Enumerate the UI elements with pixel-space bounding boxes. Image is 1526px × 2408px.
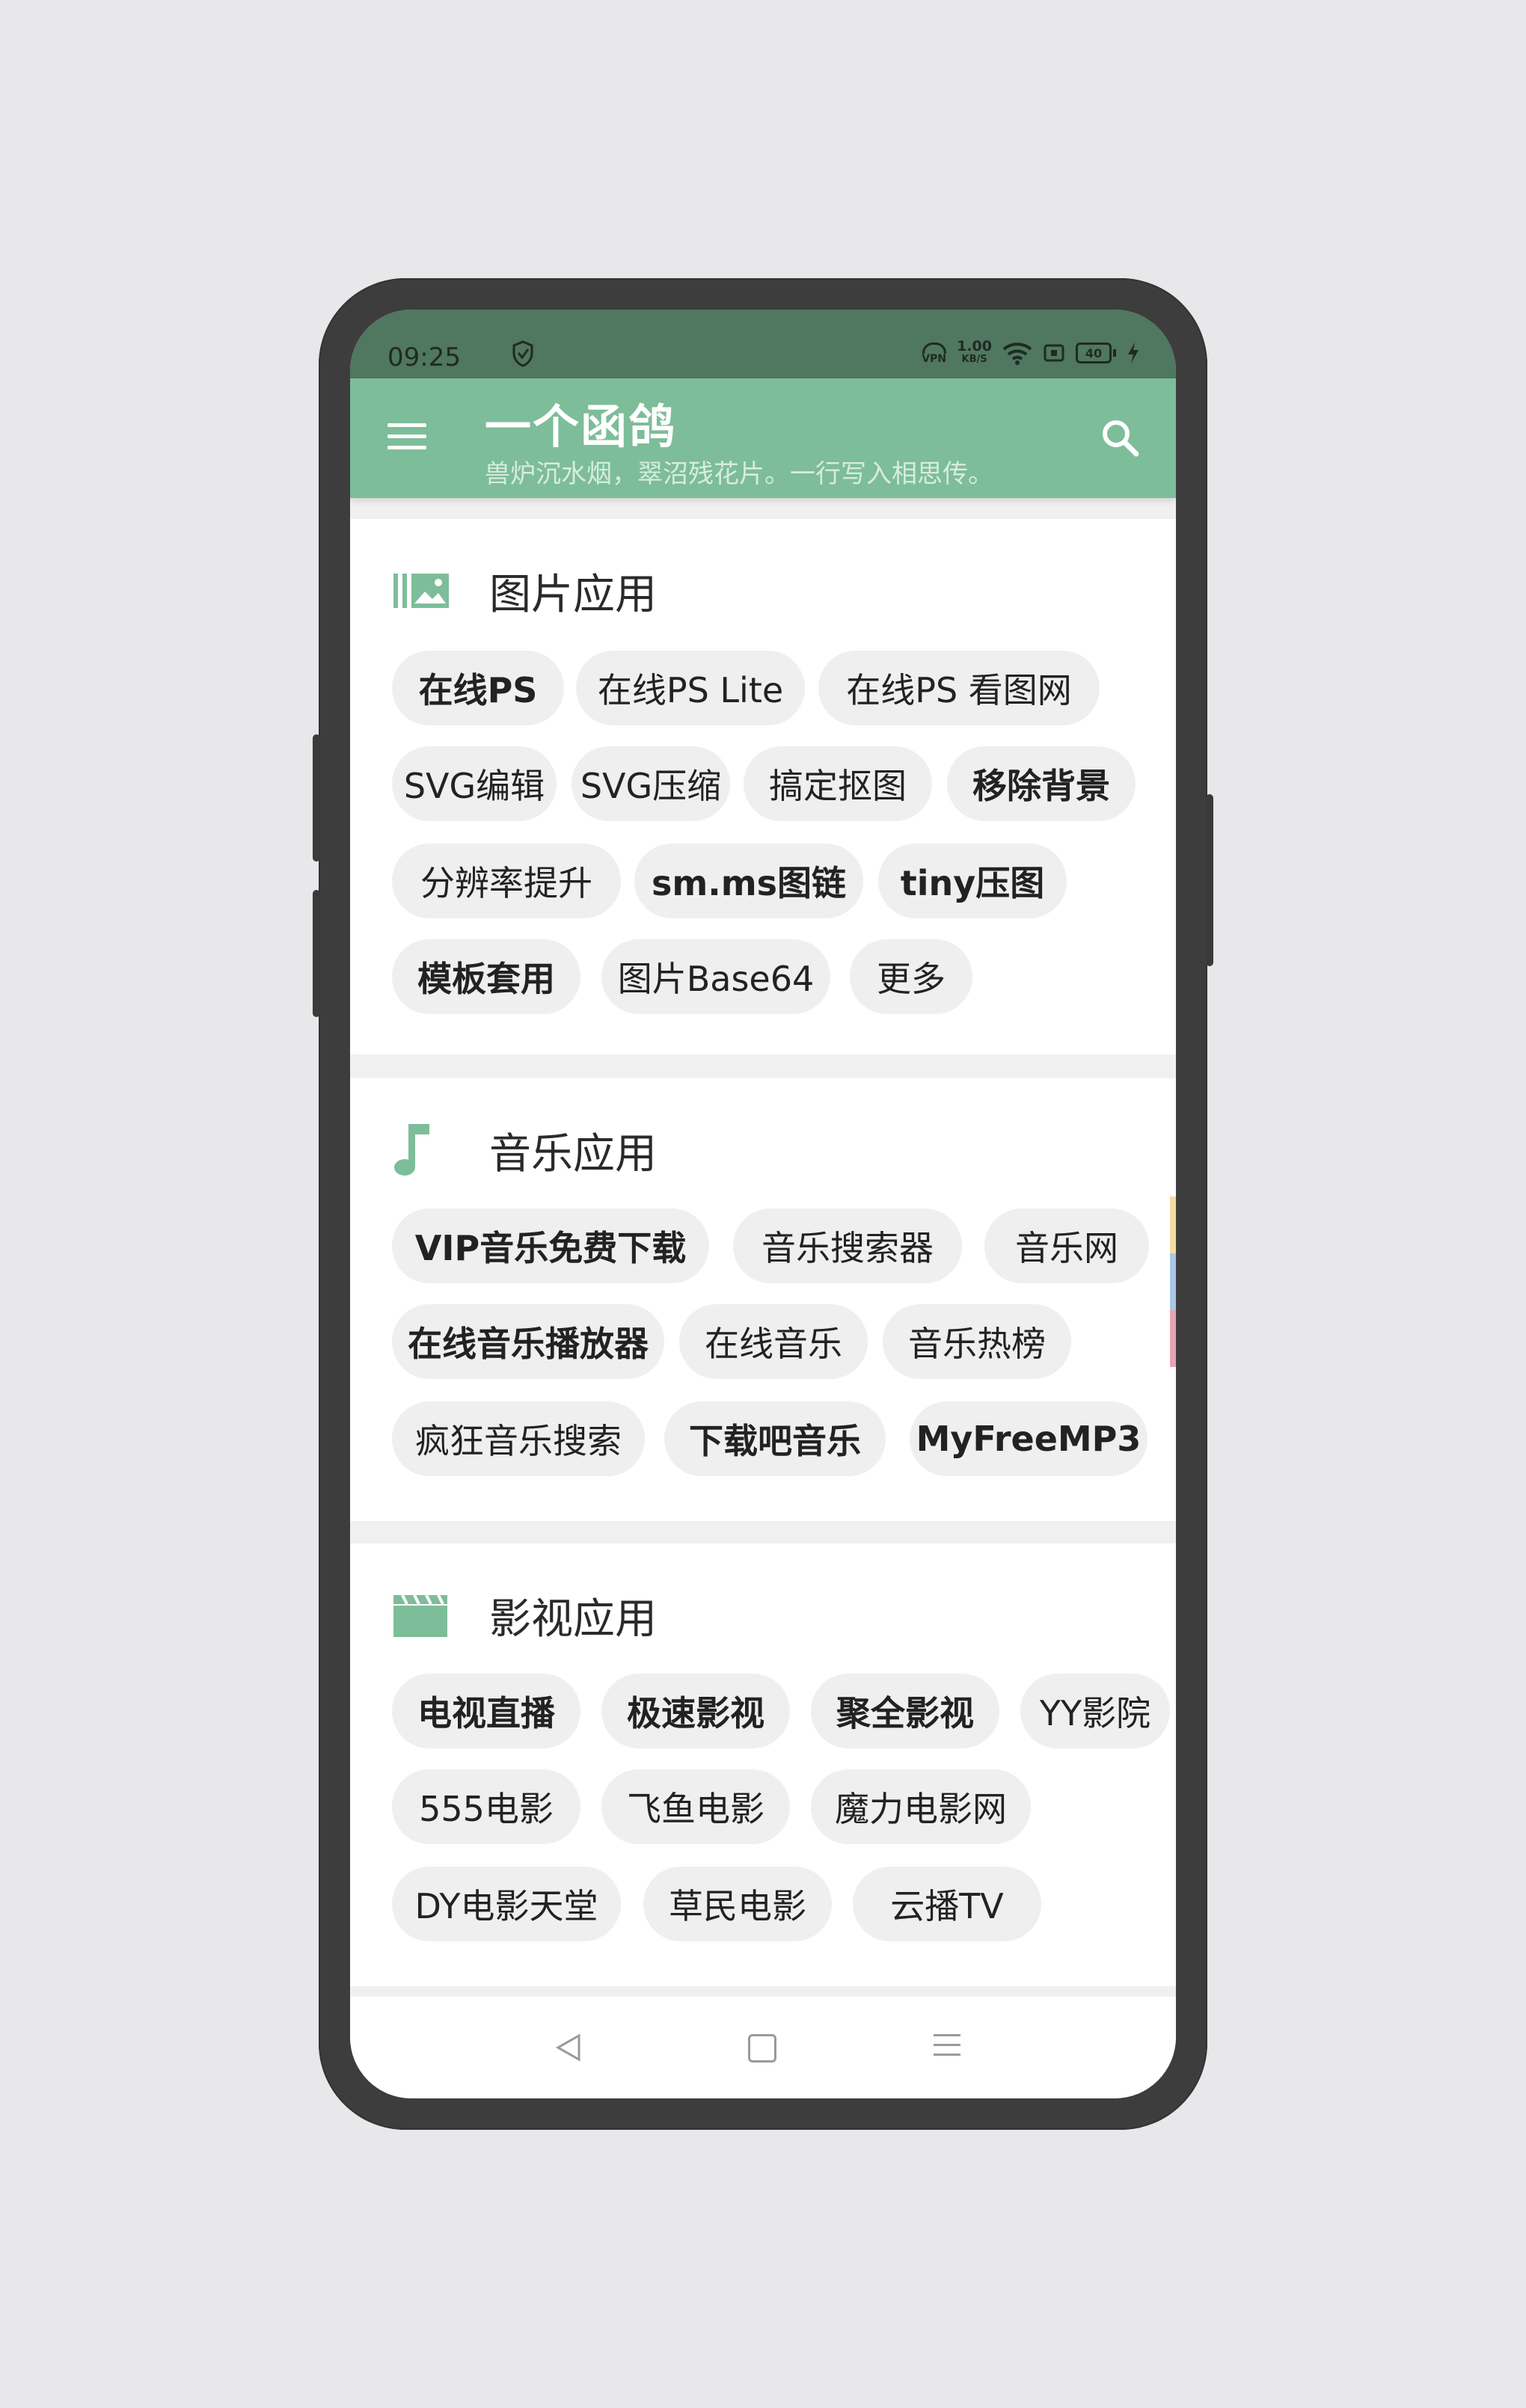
chip-smms[interactable]: sm.ms图链	[634, 844, 863, 918]
chip-feiyu-movie[interactable]: 飞鱼电影	[601, 1769, 790, 1844]
music-note-icon	[392, 1124, 452, 1176]
chip-yy-cinema[interactable]: YY影院	[1020, 1674, 1170, 1748]
edge-indicator-yellow	[1170, 1197, 1176, 1253]
navigation-bar	[350, 1997, 1176, 2098]
home-icon[interactable]	[748, 2034, 776, 2063]
chip-moli-movie[interactable]: 魔力电影网	[811, 1769, 1031, 1844]
chip-dy-movie[interactable]: DY电影天堂	[392, 1867, 621, 1941]
chip-base64[interactable]: 图片Base64	[601, 939, 830, 1014]
chip-online-ps-viewer[interactable]: 在线PS 看图网	[818, 651, 1100, 725]
chip-crazy-search[interactable]: 疯狂音乐搜索	[392, 1401, 645, 1476]
chip-svg-edit[interactable]: SVG编辑	[392, 746, 557, 821]
charging-icon	[1128, 343, 1139, 363]
section-title: 影视应用	[489, 1594, 657, 1644]
chip-online-ps-lite[interactable]: 在线PS Lite	[576, 651, 805, 725]
screen-cast-icon	[1044, 344, 1064, 362]
chip-upscale[interactable]: 分辨率提升	[392, 844, 621, 918]
edge-indicator-pink	[1170, 1310, 1176, 1367]
chip-myfreemp3[interactable]: MyFreeMP3	[910, 1401, 1147, 1476]
phone-screen: 09:25 VPN 1.00 KB/S 40 一个函鸽 兽炉沉水烟，翠沼残花片。…	[350, 310, 1176, 2098]
chip-caomin-movie[interactable]: 草民电影	[643, 1867, 832, 1941]
status-time: 09:25	[387, 343, 461, 372]
chip-template[interactable]: 模板套用	[392, 939, 580, 1014]
chip-yunbo-tv[interactable]: 云播TV	[853, 1867, 1041, 1941]
chip-music-net[interactable]: 音乐网	[984, 1208, 1149, 1283]
battery-icon: 40	[1076, 343, 1116, 363]
phone-frame: 09:25 VPN 1.00 KB/S 40 一个函鸽 兽炉沉水烟，翠沼残花片。…	[313, 278, 1213, 2130]
chip-music-hot[interactable]: 音乐热榜	[883, 1304, 1071, 1379]
volume-up-button	[313, 734, 320, 861]
section-header: 影视应用	[392, 1585, 657, 1645]
power-button	[1206, 794, 1213, 966]
chip-music-search[interactable]: 音乐搜索器	[733, 1208, 962, 1283]
shield-icon	[512, 340, 533, 367]
section-header: 图片应用	[392, 561, 657, 621]
chip-vip-music[interactable]: VIP音乐免费下载	[392, 1208, 709, 1283]
battery-level: 40	[1085, 345, 1103, 360]
chip-remove-bg[interactable]: 移除背景	[947, 746, 1136, 821]
clapperboard-icon	[392, 1589, 452, 1641]
chip-online-music[interactable]: 在线音乐	[679, 1304, 868, 1379]
chip-tv-live[interactable]: 电视直播	[392, 1674, 580, 1748]
content-area: 图片应用 在线PS 在线PS Lite 在线PS 看图网 SVG编辑 SVG压缩…	[350, 498, 1176, 2039]
chip-online-ps[interactable]: 在线PS	[392, 651, 564, 725]
vpn-label: VPN	[922, 352, 947, 365]
speed-unit: KB/S	[961, 354, 987, 365]
menu-icon[interactable]	[387, 423, 426, 453]
speed-value: 1.00	[957, 338, 992, 354]
back-icon[interactable]	[554, 2033, 583, 2063]
recent-apps-icon[interactable]	[934, 2034, 960, 2063]
chip-555-movie[interactable]: 555电影	[392, 1769, 580, 1844]
chip-online-player[interactable]: 在线音乐播放器	[392, 1304, 664, 1379]
chip-more[interactable]: 更多	[850, 939, 972, 1014]
chip-cutout[interactable]: 搞定抠图	[744, 746, 932, 821]
section-image-apps: 图片应用 在线PS 在线PS Lite 在线PS 看图网 SVG编辑 SVG压缩…	[350, 519, 1176, 1054]
status-bar: 09:25 VPN 1.00 KB/S 40	[350, 310, 1176, 378]
app-title: 一个函鸽	[485, 399, 677, 454]
edge-indicator-blue	[1170, 1253, 1176, 1310]
chip-juquan-video[interactable]: 聚全影视	[811, 1674, 999, 1748]
chip-tiny[interactable]: tiny压图	[878, 844, 1067, 918]
section-video-apps: 影视应用 电视直播 极速影视 聚全影视 YY影院 555电影 飞鱼电影 魔力电影…	[350, 1544, 1176, 1986]
image-gallery-icon	[392, 565, 452, 617]
app-bar: 一个函鸽 兽炉沉水烟，翠沼残花片。一行写入相思传。	[350, 378, 1176, 498]
status-icons: VPN 1.00 KB/S 40	[922, 340, 1140, 366]
section-title: 音乐应用	[489, 1129, 657, 1179]
wifi-icon	[1002, 343, 1032, 365]
volume-down-button	[313, 890, 320, 1017]
app-subtitle: 兽炉沉水烟，翠沼残花片。一行写入相思传。	[485, 459, 993, 489]
section-header: 音乐应用	[392, 1120, 657, 1180]
vpn-icon: VPN	[922, 342, 947, 365]
chip-xiazaiba[interactable]: 下载吧音乐	[664, 1401, 886, 1476]
network-speed: 1.00 KB/S	[957, 340, 992, 366]
section-title: 图片应用	[489, 570, 657, 619]
search-icon[interactable]	[1100, 417, 1140, 458]
section-music-apps: 音乐应用 VIP音乐免费下载 音乐搜索器 音乐网 在线音乐播放器 在线音乐 音乐…	[350, 1078, 1176, 1521]
chip-svg-compress[interactable]: SVG压缩	[572, 746, 730, 821]
chip-fast-video[interactable]: 极速影视	[601, 1674, 790, 1748]
